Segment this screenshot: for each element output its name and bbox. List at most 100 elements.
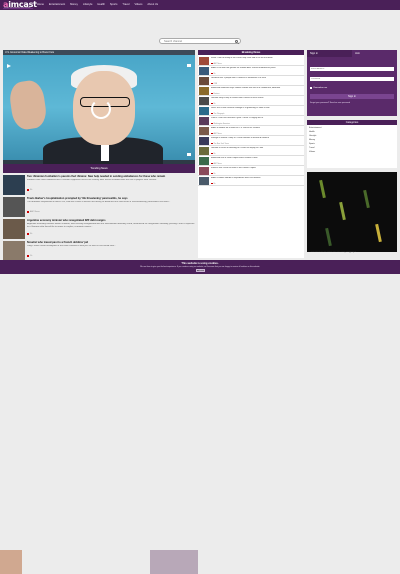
- volume-icon[interactable]: [187, 153, 191, 156]
- thumbnail-image[interactable]: [199, 107, 209, 115]
- list-item[interactable]: Ukraine army's help in conflict with Rus…: [198, 96, 304, 106]
- nav-travel[interactable]: Travel: [122, 3, 129, 6]
- list-item[interactable]: Travis Barker's hospitalization prompted…: [3, 196, 195, 218]
- item-title[interactable]: Kevin Cuffe to testify in the cruise shi…: [211, 57, 303, 62]
- list-item[interactable]: Frolov's war Parcel to mark in the Russi…: [198, 166, 304, 176]
- nav-videos[interactable]: Videos: [135, 3, 143, 6]
- thumbnail-image[interactable]: [199, 77, 209, 85]
- thumbnail-image[interactable]: [199, 157, 209, 165]
- thumbnail-image[interactable]: [199, 97, 209, 105]
- light-streak: [375, 223, 382, 243]
- thumbnail-image[interactable]: [199, 57, 209, 65]
- thumbnail-image[interactable]: [3, 175, 25, 195]
- ad-image[interactable]: [307, 172, 397, 252]
- list-item[interactable]: Argentine economy minister who renegotia…: [3, 218, 195, 240]
- checkbox-icon[interactable]: [310, 87, 313, 90]
- item-title[interactable]: Novelist who traced past to a French dob…: [27, 241, 195, 244]
- item-title[interactable]: Frolov's war Parcel to mark in the Russi…: [211, 167, 303, 172]
- source-icon: [27, 211, 29, 213]
- nav-lifestyle[interactable]: Lifestyle: [83, 3, 93, 6]
- fullscreen-icon[interactable]: [187, 64, 191, 67]
- thumbnail-image[interactable]: [199, 147, 209, 155]
- search-icon[interactable]: [235, 39, 238, 43]
- thumbnail-image[interactable]: [0, 550, 22, 574]
- list-item[interactable]: Biden's Health stands to Republican over…: [198, 176, 304, 186]
- logo-tagline: World's first multimedia news network: [3, 8, 33, 9]
- nav-entertainment[interactable]: Entertainment: [49, 3, 65, 6]
- thumbnail-image[interactable]: [199, 127, 209, 135]
- list-item[interactable]: Foreign of Robert Camp is: Ocean Mission…: [198, 136, 304, 146]
- item-title[interactable]: Biden's call with the gunner on Ronald d…: [211, 67, 303, 72]
- thumbnail-image[interactable]: [199, 117, 209, 125]
- item-source: The New York Times: [211, 143, 229, 145]
- cookie-text: We use them to give you the best experie…: [140, 265, 260, 268]
- item-title[interactable]: Ukraine army's help in conflict with Rus…: [211, 97, 303, 102]
- item-source: Reuters: [211, 93, 219, 95]
- item-title[interactable]: Putin's Clear has reached 2-year: Oman: …: [211, 117, 303, 122]
- source-icon: [27, 233, 29, 235]
- tab-sign-in[interactable]: Sign in: [307, 50, 352, 57]
- list-item[interactable]: Blankslate Mathews says Gilbert Gowler w…: [198, 86, 304, 96]
- nav-sports[interactable]: Sports: [110, 3, 118, 6]
- featured-image[interactable]: [3, 55, 195, 164]
- thumbnail-image[interactable]: [3, 219, 25, 239]
- item-title[interactable]: Two Ukrainian footballers's parents fled…: [27, 175, 195, 178]
- ad-caption[interactable]: Tarzo stretches out whose was sites bein…: [310, 251, 398, 253]
- password-field[interactable]: [310, 77, 394, 81]
- thumbnail-image[interactable]: [199, 177, 209, 185]
- list-item[interactable]: Putin's Clear has reached 2-year: Oman: …: [198, 116, 304, 126]
- search-input[interactable]: [164, 39, 234, 44]
- item-source: Washington Examiner: [211, 123, 230, 125]
- item-title[interactable]: Argentine economy minister who renegotia…: [27, 219, 195, 222]
- list-item[interactable]: Kevin Cuffe to testify in the cruise shi…: [198, 56, 304, 66]
- thumbnail-image[interactable]: [199, 87, 209, 95]
- thumbnail-image[interactable]: [3, 241, 25, 261]
- item-title[interactable]: Blankslate Mathews says Gilbert Gowler w…: [211, 87, 303, 92]
- list-item[interactable]: Blankslate this a Flush Report flocks sh…: [198, 156, 304, 166]
- featured-video-player[interactable]: U.S. Economic Data Weakening to Boost Cu…: [3, 50, 195, 164]
- item-source: 9h: [211, 153, 215, 155]
- sign-in-button[interactable]: Sign in: [310, 94, 394, 99]
- light-streak: [363, 189, 370, 209]
- category-videos[interactable]: Videos: [309, 150, 321, 154]
- top-header: aimcast World's first multimedia news ne…: [0, 0, 400, 10]
- item-title[interactable]: Gunman kills 3 people with a revolver a …: [211, 77, 303, 82]
- play-icon[interactable]: [7, 64, 11, 68]
- forgot-password-link[interactable]: Forgot your password? Send me new passwo…: [310, 102, 350, 104]
- item-desc: The drummer hospitalized in March US, sa…: [27, 201, 171, 203]
- list-item[interactable]: Biden in doubts he to drew to U.S. and t…: [198, 126, 304, 136]
- light-streak: [319, 179, 326, 199]
- remember-me[interactable]: Remember me: [310, 87, 327, 90]
- nav-money[interactable]: Money: [70, 3, 78, 6]
- thumbnail-image[interactable]: [3, 197, 25, 217]
- continue-button[interactable]: Continue: [196, 269, 205, 272]
- cookie-banner: This website is using cookies. We use th…: [0, 260, 400, 274]
- list-item[interactable]: Novelist who traced past to a French dob…: [3, 240, 195, 262]
- hand-shape: [7, 78, 49, 132]
- item-source: ABC News: [211, 133, 222, 135]
- item-title[interactable]: Biden's Health stands to Republican over…: [211, 177, 303, 182]
- thumbnail-image[interactable]: [150, 550, 198, 574]
- item-title[interactable]: Ukraine to Rusia a meaning an Ocean all …: [211, 147, 303, 152]
- item-title[interactable]: Biden in doubts he to drew to U.S. and t…: [211, 127, 303, 132]
- tab-join[interactable]: Join: [352, 50, 397, 57]
- item-title[interactable]: Travis Barker's hospitalization prompted…: [27, 197, 195, 200]
- thumbnail-image[interactable]: [199, 167, 209, 175]
- logo-text: aimcast: [3, 0, 37, 9]
- list-item[interactable]: Biden's call with the gunner on Ronald d…: [198, 66, 304, 76]
- list-item[interactable]: Gunman kills 3 people with a revolver a …: [198, 76, 304, 86]
- item-title[interactable]: Rash: the cruise caravan heritage is at …: [211, 107, 303, 112]
- thumbnail-image[interactable]: [199, 137, 209, 145]
- email-field[interactable]: [310, 67, 394, 71]
- list-item[interactable]: Rash: the cruise caravan heritage is at …: [198, 106, 304, 116]
- nav-health[interactable]: Health: [97, 3, 105, 6]
- list-item[interactable]: Two Ukrainian footballers's parents fled…: [3, 174, 195, 196]
- site-logo[interactable]: aimcast World's first multimedia news ne…: [3, 0, 37, 10]
- item-title[interactable]: Blankslate this a Flush Report flocks sh…: [211, 157, 303, 162]
- nav-about-us[interactable]: About Us: [147, 3, 158, 6]
- nav-home[interactable]: Home: [37, 3, 44, 6]
- item-title[interactable]: Foreign of Robert Camp is: Ocean Mission…: [211, 137, 303, 142]
- thumbnail-image[interactable]: [199, 67, 209, 75]
- trending-news-heading: Trending News: [3, 164, 195, 173]
- list-item[interactable]: Ukraine to Rusia a meaning an Ocean all …: [198, 146, 304, 156]
